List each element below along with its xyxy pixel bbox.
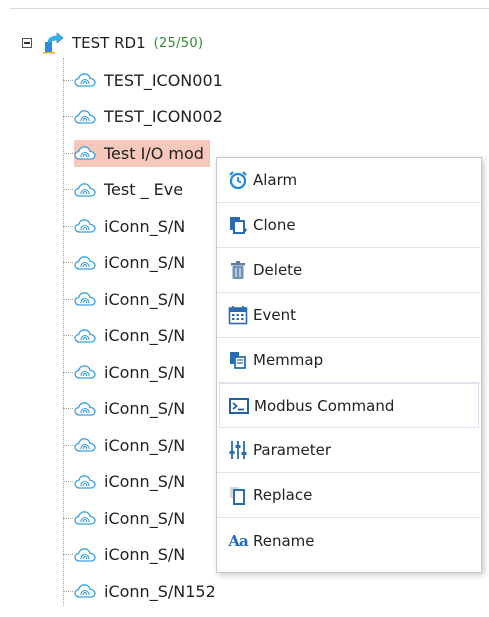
tree-connector xyxy=(63,189,73,191)
rename-icon: Aa xyxy=(228,531,248,550)
blue-arrow-folder-icon xyxy=(43,32,64,54)
tree-node[interactable]: iConn_S/N xyxy=(63,245,225,282)
cloud-icon xyxy=(74,292,96,306)
menu-item-label: Rename xyxy=(253,531,315,550)
cloud-icon xyxy=(74,584,96,598)
tree-node[interactable]: iConn_S/N xyxy=(63,391,225,428)
tree-connector xyxy=(63,79,73,81)
tree-node-label: iConn_S/N xyxy=(104,326,186,346)
cloud-icon xyxy=(74,182,96,197)
tree-node[interactable]: iConn_S/N xyxy=(63,354,225,391)
top-divider xyxy=(10,8,489,9)
cloud-icon xyxy=(74,73,96,87)
tree-connector xyxy=(63,116,73,118)
cloud-icon xyxy=(74,401,96,416)
tree-node-label: iConn_S/N xyxy=(104,472,186,492)
tree-children: TEST_ICON001 TEST_ICON002 Test I/O mod Test… xyxy=(63,62,225,610)
tree-node[interactable]: iConn_S/N xyxy=(63,318,225,355)
menu-item-label: Memmap xyxy=(253,351,324,369)
menu-item-label: Event xyxy=(253,306,296,324)
tree-node-label: iConn_S/N xyxy=(104,508,186,528)
tree-node[interactable]: iConn_S/N152 xyxy=(63,573,225,610)
tree-node[interactable]: Test _ Eve xyxy=(63,172,225,209)
tree-node[interactable]: iConn_S/N xyxy=(63,208,225,245)
calendar-icon xyxy=(227,304,249,326)
tree-node-label: iConn_S/N xyxy=(104,435,186,455)
cloud-icon xyxy=(74,146,96,160)
tree-connector xyxy=(63,262,73,264)
tree-connector xyxy=(63,298,73,300)
terminal-icon xyxy=(228,395,250,417)
menu-item-label: Parameter xyxy=(253,441,332,459)
tree-node-label: iConn_S/N xyxy=(104,253,186,273)
menu-item-label: Replace xyxy=(253,486,313,504)
tree-connector xyxy=(63,481,73,483)
tree-connector xyxy=(63,590,73,592)
tree-connector xyxy=(63,444,73,446)
tree-node-label: TEST_ICON001 xyxy=(104,70,223,90)
tree-node-label: iConn_S/N xyxy=(104,289,186,309)
tree-node-label: iConn_S/N xyxy=(104,362,186,382)
menu-item-alarm[interactable]: Alarm xyxy=(217,158,481,203)
cloud-icon xyxy=(74,511,96,525)
cloud-icon xyxy=(74,365,96,379)
menu-item-rename[interactable]: Aa Rename xyxy=(217,518,481,563)
replace-icon xyxy=(227,484,249,506)
cloud-icon xyxy=(74,255,96,270)
root-count-badge: (25/50) xyxy=(153,35,204,51)
tree-connector xyxy=(63,152,73,154)
menu-item-label: Clone xyxy=(253,216,296,234)
tree-node[interactable]: iConn_S/N xyxy=(63,281,225,318)
tree-node-label: iConn_S/N152 xyxy=(104,581,216,601)
tree-connector xyxy=(63,554,73,556)
menu-item-clone[interactable]: Clone xyxy=(217,203,481,248)
menu-item-modbus-command[interactable]: Modbus Command xyxy=(219,383,479,428)
tree-node[interactable]: TEST_ICON001 xyxy=(63,62,225,99)
tree-node[interactable]: iConn_S/N xyxy=(63,464,225,501)
context-menu: Alarm Clone Delete Event Memmap Modbus C… xyxy=(216,157,482,573)
page: TEST RD1 (25/50) TEST_ICON001 TEST_ICON00… xyxy=(0,0,489,617)
tree-node-label: iConn_S/N xyxy=(104,216,186,236)
tree-node-label: Test I/O mod xyxy=(104,143,204,163)
cloud-icon xyxy=(74,219,96,233)
tree-node[interactable]: Test I/O mod xyxy=(63,135,225,172)
alarm-clock-icon xyxy=(227,169,249,191)
selected-highlight: Test I/O mod xyxy=(74,139,210,167)
tree-node[interactable]: iConn_S/N xyxy=(63,427,225,464)
menu-item-delete[interactable]: Delete xyxy=(217,248,481,293)
cloud-icon xyxy=(74,438,96,452)
tree-node-label: iConn_S/N xyxy=(104,545,186,565)
tree-node-label: Test _ Eve xyxy=(104,180,184,200)
sliders-icon xyxy=(227,439,249,461)
tree-node[interactable]: TEST_ICON002 xyxy=(63,99,225,136)
menu-item-label: Delete xyxy=(253,261,303,279)
clone-icon xyxy=(227,214,249,236)
cloud-icon xyxy=(74,328,96,343)
cloud-icon xyxy=(74,109,96,124)
tree-node[interactable]: iConn_S/N xyxy=(63,537,225,574)
tree-node-label: TEST_ICON002 xyxy=(104,107,223,127)
tree-connector xyxy=(63,408,73,410)
tree-connector xyxy=(63,517,73,519)
menu-item-label: Alarm xyxy=(253,171,298,189)
tree-node-label: iConn_S/N xyxy=(104,399,186,419)
memmap-icon xyxy=(227,349,249,371)
menu-item-event[interactable]: Event xyxy=(217,293,481,338)
cloud-icon xyxy=(74,474,96,489)
menu-item-parameter[interactable]: Parameter xyxy=(217,428,481,473)
menu-item-memmap[interactable]: Memmap xyxy=(217,338,481,383)
tree-connector xyxy=(63,335,73,337)
menu-item-label: Modbus Command xyxy=(254,396,395,415)
root-label: TEST RD1 xyxy=(72,34,146,52)
menu-item-replace[interactable]: Replace xyxy=(217,473,481,518)
tree-root-node[interactable]: TEST RD1 (25/50) xyxy=(22,30,203,56)
trash-icon xyxy=(227,259,249,281)
tree-node[interactable]: iConn_S/N xyxy=(63,500,225,537)
tree-connector xyxy=(63,371,73,373)
collapse-minus-icon[interactable] xyxy=(22,38,32,48)
cloud-icon xyxy=(74,547,96,562)
tree-connector xyxy=(63,225,73,227)
